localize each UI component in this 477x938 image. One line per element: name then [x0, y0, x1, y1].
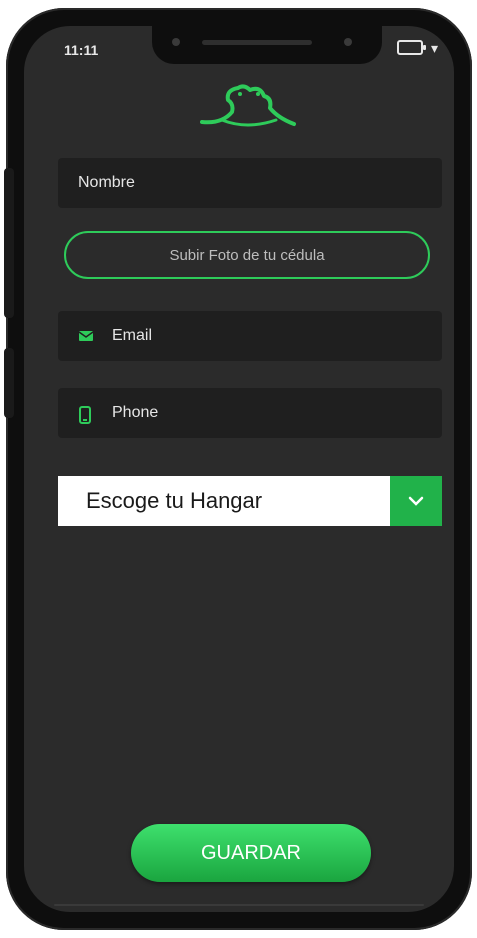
phone-frame: 11:11 ▾ Nombre Subir Foto de tu cédula E… [4, 8, 472, 930]
side-button-power [4, 348, 14, 418]
battery-icon [396, 40, 426, 55]
phone-field[interactable]: Phone [58, 388, 442, 438]
chevron-down-icon[interactable] [390, 476, 442, 526]
app-screen: 11:11 ▾ Nombre Subir Foto de tu cédula E… [24, 26, 454, 912]
email-icon [78, 329, 94, 343]
notch [152, 26, 382, 64]
name-field-placeholder: Nombre [78, 174, 135, 191]
status-icons: ▾ [396, 39, 438, 56]
hangar-select-value: Escoge tu Hangar [86, 488, 263, 513]
home-indicator [54, 904, 424, 906]
speaker [202, 40, 312, 45]
camera-dot-right [344, 38, 352, 46]
status-time: 11:11 [64, 42, 99, 58]
phone-icon [78, 406, 94, 424]
hangar-select[interactable]: Escoge tu Hangar [58, 476, 442, 526]
side-button-volume [4, 168, 14, 318]
upload-id-photo-label: Subir Foto de tu cédula [169, 246, 325, 264]
name-field[interactable]: Nombre [58, 158, 442, 208]
phone-field-placeholder: Phone [112, 404, 159, 421]
camera-dot-left [172, 38, 180, 46]
email-field-placeholder: Email [112, 327, 153, 344]
upload-id-photo-button[interactable]: Subir Foto de tu cédula [64, 231, 430, 279]
save-button-label: GUARDAR [200, 841, 301, 864]
email-field[interactable]: Email [58, 311, 442, 361]
save-button[interactable]: GUARDAR [131, 824, 371, 882]
wifi-icon: ▾ [430, 39, 438, 56]
frog-logo-icon [200, 84, 296, 127]
